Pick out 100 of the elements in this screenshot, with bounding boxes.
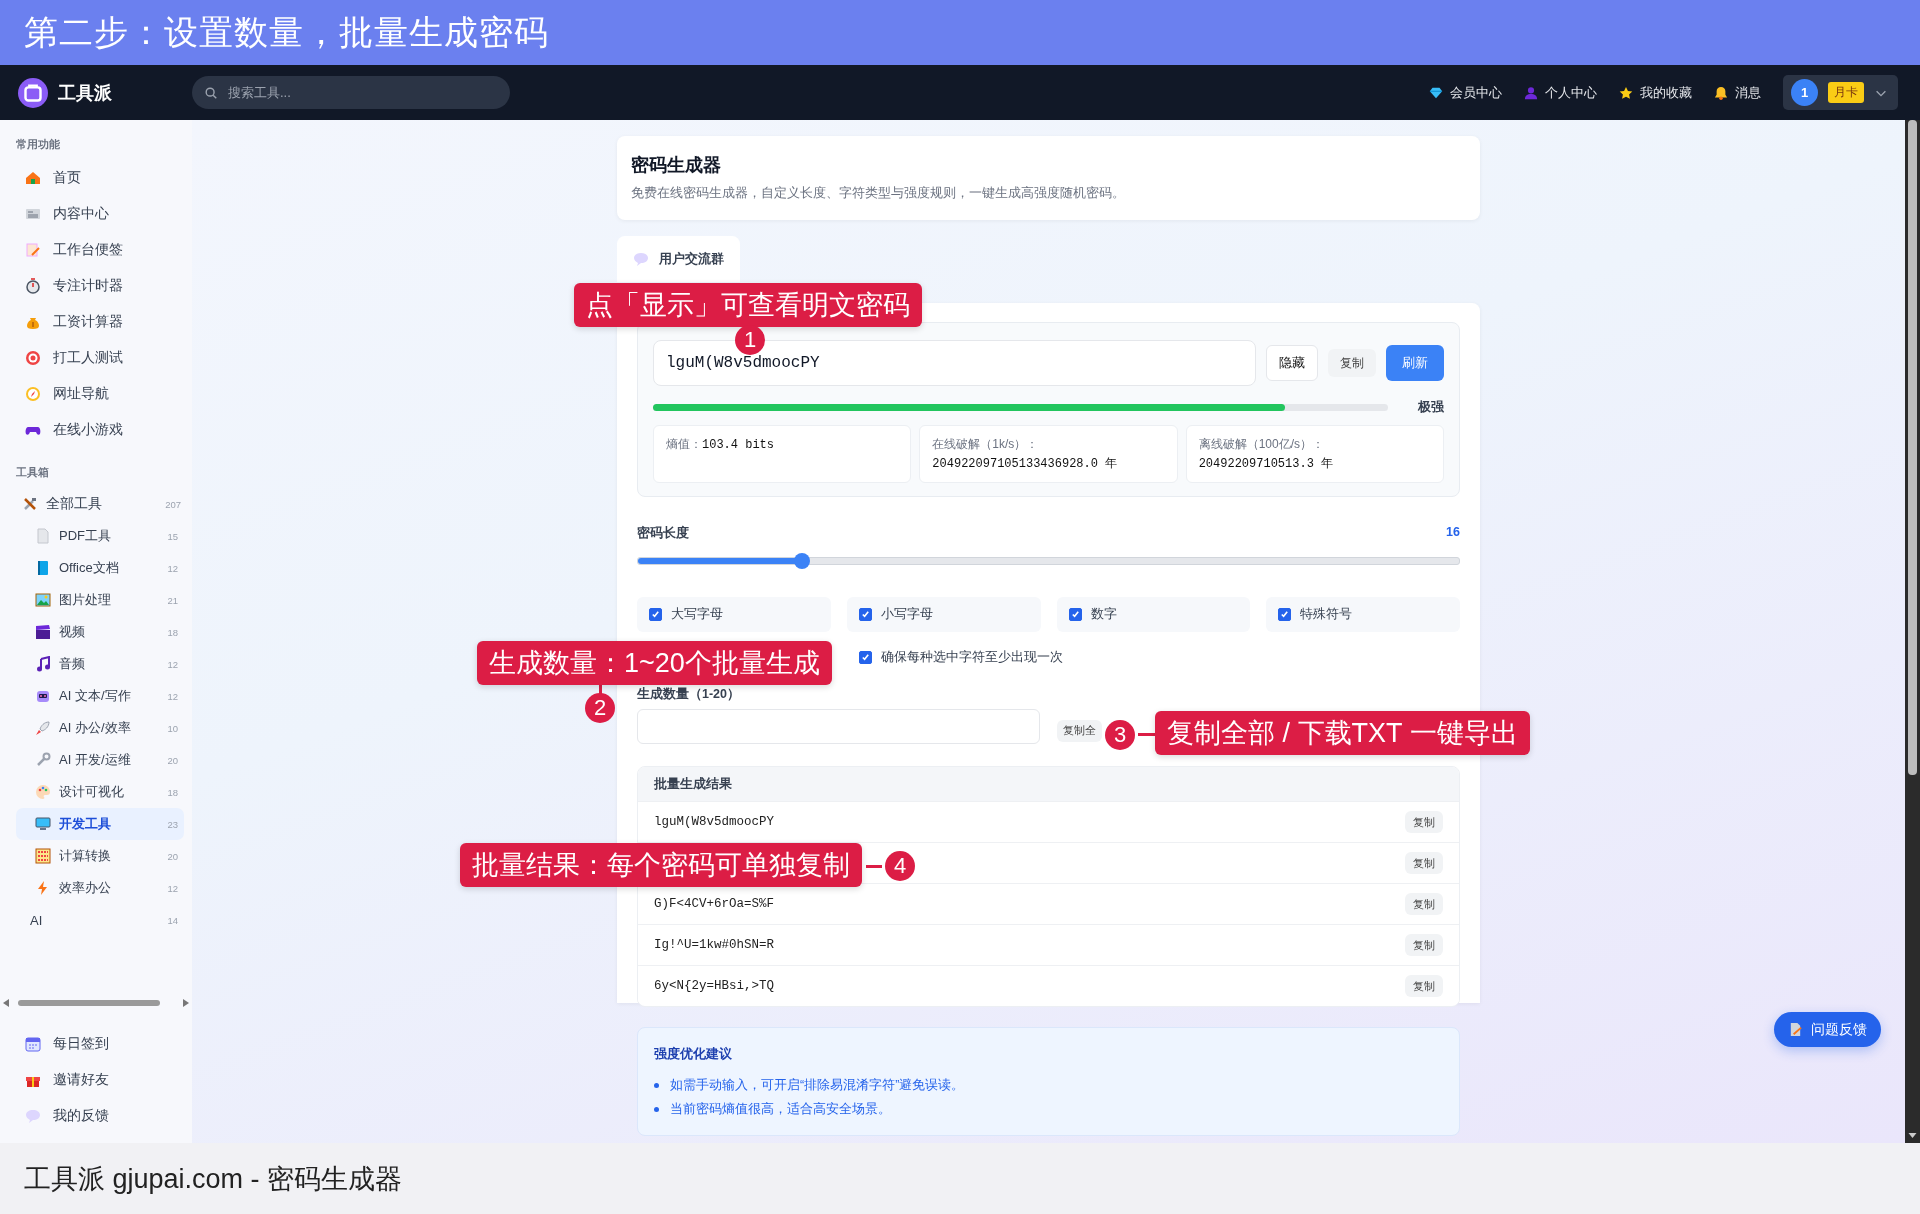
sidebar-item[interactable]: 视频 18 (16, 616, 184, 648)
speech-bubble-icon (633, 251, 649, 267)
nav-link[interactable]: 消息 (1714, 83, 1761, 102)
strength-label: 极强 (1418, 399, 1444, 416)
abacus-icon (35, 848, 51, 864)
logo-text[interactable]: 工具派 (58, 80, 112, 105)
sidebar-item[interactable]: 设计可视化 18 (16, 776, 184, 808)
tips-title: 强度优化建议 (654, 1046, 733, 1063)
search-field[interactable]: 搜索工具... (192, 76, 510, 109)
stat-value: 204922097105133436928.0 年 (932, 457, 1118, 471)
checkbox[interactable] (1278, 608, 1292, 621)
sidebar-item[interactable]: AI 开发/运维 20 (16, 744, 184, 776)
sidebar-item[interactable]: 工作台便签 (0, 232, 184, 268)
tip-text: 如需手动输入，可开启“排除易混淆字符”避免误读。 (670, 1076, 965, 1094)
memo-icon (25, 242, 41, 258)
results-title: 批量生成结果 (638, 767, 1459, 801)
checkbox[interactable] (858, 608, 872, 621)
sidebar-item[interactable]: 专注计时器 (0, 268, 184, 304)
house-icon (25, 170, 41, 186)
section-title: 工具箱 (15, 465, 50, 480)
length-slider[interactable] (637, 557, 1460, 565)
sidebar-item[interactable]: 开发工具 23 (16, 808, 184, 840)
nav-link[interactable]: 会员中心 (1429, 83, 1502, 102)
option-label: 确保每种选中字符至少出现一次 (880, 648, 1063, 666)
checkbox[interactable] (1068, 608, 1082, 621)
stat-value: 20492209710513.3 年 (1198, 457, 1334, 471)
nav-link[interactable]: 我的收藏 (1619, 83, 1692, 102)
copy-button[interactable]: 复制 (1405, 811, 1443, 833)
callout-label: 点「显示」可查看明文密码 (574, 283, 922, 327)
option-tile[interactable]: 小写字母 (846, 597, 1041, 632)
nav-link[interactable]: 个人中心 (1524, 83, 1597, 102)
clapperboard-icon (35, 624, 51, 640)
stat-label: 熵值： (666, 437, 702, 451)
bullet-icon (654, 1106, 659, 1112)
copy-button[interactable]: 复制 (1405, 934, 1443, 956)
star-icon (1619, 85, 1633, 100)
sidebar-item[interactable]: AI 文本/写作 12 (16, 680, 184, 712)
bell-icon (1714, 85, 1728, 100)
password-text: lguM(W8v5dmoocPY (654, 815, 775, 829)
compass-icon (25, 386, 41, 402)
bullet-icon (654, 1082, 659, 1088)
sidebar-item[interactable]: PDF工具 15 (16, 520, 184, 552)
palette-icon (35, 784, 51, 800)
sidebar-item[interactable]: 在线小游戏 (0, 412, 184, 448)
sidebar-item[interactable]: 邀请好友 (0, 1062, 184, 1098)
checkmark-icon (860, 610, 870, 619)
action-button[interactable]: 隐藏 (1266, 345, 1318, 381)
logo-icon (18, 77, 48, 108)
password-text: G)F<4CV+6rOa=S%F (654, 897, 775, 911)
option-tile[interactable]: 特殊符号 (1266, 597, 1460, 632)
sidebar-item[interactable]: 我的反馈 (0, 1098, 184, 1134)
action-button[interactable]: 刷新 (1386, 345, 1444, 381)
tab[interactable]: 用户交流群 (617, 236, 740, 282)
sidebar-item[interactable]: AI 办公/效率 10 (16, 712, 184, 744)
copy-button[interactable]: 复制 (1405, 893, 1443, 915)
checkbox[interactable] (858, 650, 872, 664)
sidebar-item[interactable]: 图片处理 21 (16, 584, 184, 616)
copy-button[interactable]: 复制 (1405, 852, 1443, 874)
option-label: 数字 (1090, 606, 1117, 623)
sidebar-item[interactable]: 每日签到 (0, 1026, 184, 1062)
sidebar-item[interactable]: 效率办公 12 (16, 872, 184, 904)
document-icon (35, 528, 51, 544)
length-value: 16 (1446, 525, 1460, 541)
password-text: 6y<N{2y=HBsi,>TQ (654, 979, 775, 993)
checkmark-icon (860, 652, 870, 662)
sidebar-item[interactable]: AI 14 (16, 904, 184, 936)
membership-badge: 月卡 (1828, 82, 1864, 103)
sidebar-item[interactable]: 内容中心 (0, 196, 184, 232)
password-text: Ig!^U=1kw#0hSN=R (654, 938, 775, 952)
action-button[interactable]: 复制 (1328, 349, 1376, 377)
callout-label: 复制全部 / 下载TXT 一键导出 (1155, 711, 1530, 755)
option-label: 大写字母 (671, 606, 723, 623)
length-label: 密码长度 (637, 525, 689, 542)
person-icon (1524, 85, 1538, 100)
option-tile[interactable]: 数字 (1056, 597, 1251, 632)
diamond-icon (1429, 85, 1443, 100)
checkmark-icon (1070, 610, 1080, 619)
sidebar-item[interactable]: 网址导航 (0, 376, 184, 412)
sidebar-item[interactable]: 打工人测试 (0, 340, 184, 376)
sidebar-item[interactable]: 计算转换 20 (16, 840, 184, 872)
page-title: 密码生成器 (631, 154, 722, 177)
user-menu[interactable]: 1 月卡 (1783, 75, 1898, 110)
slider-thumb[interactable] (793, 553, 810, 569)
feedback-button[interactable]: 问题反馈 (1774, 1012, 1881, 1047)
sidebar-item[interactable]: 全部工具 207 (0, 488, 184, 520)
sidebar-item[interactable]: Office文档 12 (16, 552, 184, 584)
callout-label: 批量结果：每个密码可单独复制 (460, 843, 862, 887)
count-field[interactable] (637, 709, 1040, 744)
sidebar-item[interactable]: 首页 (0, 160, 184, 196)
sidebar-item[interactable]: 工资计算器 (0, 304, 184, 340)
target-icon (25, 350, 41, 366)
callout-label: 生成数量：1~20个批量生成 (477, 641, 832, 685)
option-tile[interactable]: 大写字母 (637, 597, 831, 632)
option-label: 特殊符号 (1300, 606, 1353, 623)
copy-all-button[interactable]: 复制全 (1057, 719, 1102, 742)
checkbox[interactable] (649, 608, 662, 621)
copy-button[interactable]: 复制 (1405, 975, 1443, 997)
sidebar-item[interactable]: 音频 12 (16, 648, 184, 680)
music-note-icon (35, 656, 51, 672)
tip-text: 当前密码熵值很高，适合高安全场景。 (670, 1100, 891, 1118)
